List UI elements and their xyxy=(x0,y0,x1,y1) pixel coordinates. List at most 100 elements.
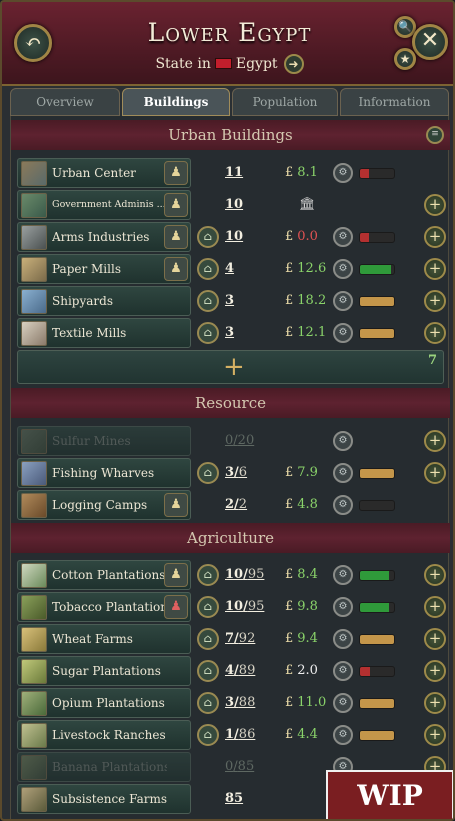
archetype-icon[interactable]: ⌂ xyxy=(197,596,219,618)
tab-information[interactable]: Information xyxy=(340,88,449,116)
production-method-icon[interactable]: ⚙ xyxy=(333,323,353,343)
building-name-box[interactable]: Tobacco Plantations ♟ xyxy=(17,592,191,622)
favorite-star-icon[interactable]: ★ xyxy=(394,48,416,70)
expand-building-button[interactable]: + xyxy=(424,290,446,312)
production-method-icon[interactable]: ⚙ xyxy=(333,661,353,681)
owner-icon[interactable]: ♟ xyxy=(164,193,188,217)
building-level[interactable]: 10/95 xyxy=(225,560,264,590)
building-level[interactable]: 1/86 xyxy=(225,720,255,750)
tab-overview[interactable]: Overview xyxy=(10,88,120,116)
production-method-icon[interactable]: ⚙ xyxy=(333,693,353,713)
archetype-icon[interactable]: ⌂ xyxy=(197,290,219,312)
building-level[interactable]: 4/89 xyxy=(225,656,255,686)
building-name-box[interactable]: Opium Plantations xyxy=(17,688,191,718)
building-name-box[interactable]: Shipyards xyxy=(17,286,191,316)
building-name: Shipyards xyxy=(52,294,113,308)
building-level[interactable]: 3/88 xyxy=(225,688,255,718)
expand-building-button[interactable]: + xyxy=(424,596,446,618)
production-method-icon[interactable]: ⚙ xyxy=(333,163,353,183)
building-name-box[interactable]: Logging Camps ♟ xyxy=(17,490,191,520)
building-name-box[interactable]: Banana Plantations xyxy=(17,752,191,782)
production-method-icon[interactable]: ⚙ xyxy=(333,495,353,515)
archetype-icon[interactable]: ⌂ xyxy=(197,628,219,650)
building-name-box[interactable]: Textile Mills xyxy=(17,318,191,348)
building-name-box[interactable]: Fishing Wharves xyxy=(17,458,191,488)
building-name-box[interactable]: Cotton Plantations ♟ xyxy=(17,560,191,590)
building-name-box[interactable]: Wheat Farms xyxy=(17,624,191,654)
owner-icon[interactable]: ♟ xyxy=(164,161,188,185)
expand-building-button[interactable]: + xyxy=(424,660,446,682)
owner-icon[interactable]: ♟ xyxy=(164,493,188,517)
building-profit: £11.0 xyxy=(285,695,327,710)
menu-icon[interactable]: ≡ xyxy=(426,126,444,144)
building-level[interactable]: 10 xyxy=(225,190,243,220)
production-method-icon[interactable]: ⚙ xyxy=(333,629,353,649)
country-name[interactable]: Egypt xyxy=(236,56,278,72)
profit-bar xyxy=(359,168,395,179)
expand-building-button[interactable]: + xyxy=(424,462,446,484)
add-urban-building-button[interactable]: + 7 xyxy=(17,350,444,384)
building-name-box[interactable]: Sugar Plantations xyxy=(17,656,191,686)
archetype-icon[interactable]: ⌂ xyxy=(197,692,219,714)
archetype-icon[interactable]: ⌂ xyxy=(197,462,219,484)
building-level[interactable]: 10/95 xyxy=(225,592,264,622)
building-name-box[interactable]: Paper Mills ♟ xyxy=(17,254,191,284)
owner-icon[interactable]: ♟ xyxy=(164,225,188,249)
building-level[interactable]: 10 xyxy=(225,222,243,252)
building-level[interactable]: 7/92 xyxy=(225,624,255,654)
production-method-icon[interactable]: ⚙ xyxy=(333,291,353,311)
building-row-wheat-farms: Wheat Farms ⌂ 7/92 £9.4 ⚙ + xyxy=(17,624,446,654)
building-level[interactable]: 85 xyxy=(225,784,243,814)
production-method-icon[interactable]: ⚙ xyxy=(333,227,353,247)
tab-buildings[interactable]: Buildings xyxy=(122,88,230,116)
owner-icon[interactable]: ♟ xyxy=(164,595,188,619)
building-name-box[interactable]: Sulfur Mines xyxy=(17,426,191,456)
expand-building-button[interactable]: + xyxy=(424,322,446,344)
building-name-box[interactable]: Urban Center ♟ xyxy=(17,158,191,188)
production-method-icon[interactable]: ⚙ xyxy=(333,431,353,451)
building-name-box[interactable]: Government Adminis ... ♟ xyxy=(17,190,191,220)
production-method-icon[interactable]: ⚙ xyxy=(333,463,353,483)
archetype-icon[interactable]: ⌂ xyxy=(197,226,219,248)
building-name: Tobacco Plantations xyxy=(52,600,167,614)
archetype-icon[interactable]: ⌂ xyxy=(197,724,219,746)
owner-icon[interactable]: ♟ xyxy=(164,563,188,587)
archetype-icon[interactable]: ⌂ xyxy=(197,564,219,586)
building-level[interactable]: 3 xyxy=(225,286,234,316)
expand-building-button[interactable]: + xyxy=(424,724,446,746)
building-level[interactable]: 11 xyxy=(225,158,243,188)
archetype-icon[interactable]: ⌂ xyxy=(197,660,219,682)
expand-building-button[interactable]: + xyxy=(424,564,446,586)
profit-bar xyxy=(359,698,395,709)
building-level[interactable]: 3/6 xyxy=(225,458,247,488)
building-name: Arms Industries xyxy=(52,230,150,244)
owner-icon[interactable]: ♟ xyxy=(164,257,188,281)
expand-building-button[interactable]: + xyxy=(424,430,446,452)
building-level[interactable]: 2/2 xyxy=(225,490,247,520)
building-name-box[interactable]: Livestock Ranches xyxy=(17,720,191,750)
building-name-box[interactable]: Subsistence Farms xyxy=(17,784,191,814)
building-level[interactable]: 4 xyxy=(225,254,234,284)
expand-building-button[interactable]: + xyxy=(424,258,446,280)
archetype-icon[interactable]: ⌂ xyxy=(197,322,219,344)
building-level[interactable]: 0/85 xyxy=(225,752,254,782)
production-method-icon[interactable]: ⚙ xyxy=(333,597,353,617)
production-method-icon[interactable]: ⚙ xyxy=(333,725,353,745)
expand-building-button[interactable]: + xyxy=(424,628,446,650)
expand-building-button[interactable]: + xyxy=(424,692,446,714)
tab-population[interactable]: Population xyxy=(232,88,338,116)
country-flag-icon[interactable] xyxy=(214,58,232,69)
building-level[interactable]: 0/20 xyxy=(225,426,254,456)
expand-building-button[interactable]: + xyxy=(424,226,446,248)
close-button[interactable]: ✕ xyxy=(412,24,448,60)
expand-building-button[interactable]: + xyxy=(424,194,446,216)
building-profit: £7.9 xyxy=(285,465,318,480)
production-method-icon[interactable]: ⚙ xyxy=(333,259,353,279)
archetype-icon[interactable]: ⌂ xyxy=(197,258,219,280)
production-method-icon[interactable]: ⚙ xyxy=(333,565,353,585)
building-level[interactable]: 3 xyxy=(225,318,234,348)
building-name: Logging Camps xyxy=(52,498,148,512)
go-to-country-icon[interactable]: ➜ xyxy=(283,54,304,74)
building-name-box[interactable]: Arms Industries ♟ xyxy=(17,222,191,252)
profit-bar xyxy=(359,296,395,307)
